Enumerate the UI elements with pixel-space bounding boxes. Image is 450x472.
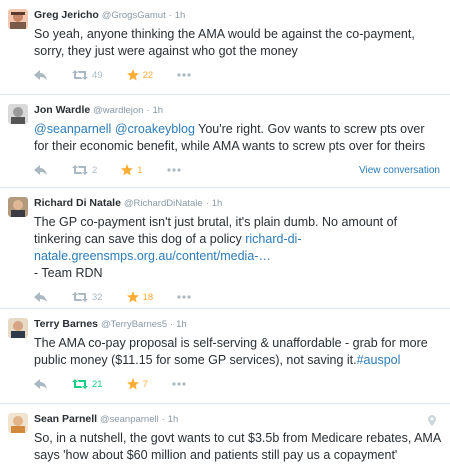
tweet-actions: 32 18 bbox=[34, 285, 442, 309]
hashtag-link[interactable]: #auspol bbox=[357, 353, 401, 367]
more-icon bbox=[172, 382, 186, 386]
avatar[interactable] bbox=[8, 104, 28, 124]
reply-icon bbox=[34, 165, 47, 175]
retweet-icon bbox=[72, 292, 88, 302]
author-name[interactable]: Jon Wardle bbox=[34, 104, 90, 116]
favorite-count: 18 bbox=[142, 291, 154, 303]
tweet-actions: 49 22 bbox=[34, 63, 442, 87]
timestamp[interactable]: 1h bbox=[152, 105, 163, 116]
author-name[interactable]: Sean Parnell bbox=[34, 413, 97, 425]
retweet-button[interactable]: 32 bbox=[72, 292, 103, 303]
retweet-button[interactable]: 2 bbox=[72, 165, 97, 176]
tweet-text-body: The GP co-payment isn't just brutal, it'… bbox=[34, 215, 398, 246]
retweet-icon bbox=[72, 165, 88, 175]
retweet-button[interactable]: 21 bbox=[72, 379, 103, 390]
retweet-icon bbox=[72, 379, 88, 389]
tweet-text: So yeah, anyone thinking the AMA would b… bbox=[34, 27, 415, 58]
reply-icon bbox=[34, 379, 47, 389]
tweet-actions: 2 1 View conversation bbox=[34, 158, 442, 182]
favorite-count: 7 bbox=[142, 378, 148, 390]
tweet-signature: - Team RDN bbox=[34, 266, 103, 280]
author-handle[interactable]: @GrogsGamut bbox=[102, 10, 166, 21]
favorite-icon bbox=[126, 291, 139, 303]
mention-link[interactable]: @seanparnell bbox=[34, 122, 111, 136]
favorite-button[interactable]: 7 bbox=[126, 378, 148, 390]
tweet-text: The GP co-payment isn't just brutal, it'… bbox=[34, 214, 442, 282]
favorite-button[interactable]: 1 bbox=[121, 164, 143, 176]
more-icon bbox=[177, 295, 191, 299]
reply-button[interactable] bbox=[34, 379, 48, 389]
tweet-text: So, in a nutshell, the govt wants to cut… bbox=[34, 431, 441, 462]
timestamp[interactable]: 1h bbox=[212, 198, 223, 209]
reply-button[interactable] bbox=[34, 292, 48, 302]
favorite-icon bbox=[121, 164, 134, 176]
timestamp[interactable]: 1h bbox=[175, 10, 186, 21]
favorite-button[interactable]: 22 bbox=[126, 69, 154, 81]
avatar[interactable] bbox=[8, 9, 28, 29]
tweet[interactable]: Jon Wardle @wardlejon · 1h @seanparnell … bbox=[0, 95, 450, 188]
avatar[interactable] bbox=[8, 413, 28, 433]
more-button[interactable] bbox=[177, 73, 191, 77]
reply-icon bbox=[34, 70, 47, 80]
tweet[interactable]: Sean Parnell @seanparnell · 1h So, in a … bbox=[0, 404, 450, 472]
favorite-icon bbox=[126, 378, 139, 390]
tweet-text: The AMA co-pay proposal is self-serving … bbox=[34, 335, 442, 369]
tweet-text: @seanparnell @croakeyblog You're right. … bbox=[34, 121, 442, 155]
view-conversation-link[interactable]: View conversation bbox=[359, 165, 440, 176]
location-icon bbox=[428, 413, 436, 431]
favorite-count: 22 bbox=[142, 69, 154, 81]
favorite-count: 1 bbox=[137, 164, 143, 176]
reply-icon bbox=[34, 292, 47, 302]
mention-link[interactable]: @croakeyblog bbox=[115, 122, 195, 136]
avatar[interactable] bbox=[8, 318, 28, 338]
author-handle[interactable]: @wardlejon bbox=[93, 105, 143, 116]
reply-button[interactable] bbox=[34, 165, 48, 175]
more-button[interactable] bbox=[172, 382, 186, 386]
author-handle[interactable]: @seanparnell bbox=[100, 414, 159, 425]
more-icon bbox=[166, 168, 181, 172]
timestamp[interactable]: 1h bbox=[176, 319, 187, 330]
more-button[interactable] bbox=[166, 168, 181, 172]
more-icon bbox=[177, 73, 191, 77]
retweet-count: 32 bbox=[92, 291, 103, 303]
favorite-icon bbox=[126, 69, 139, 81]
reply-button[interactable] bbox=[34, 70, 48, 80]
author-handle[interactable]: @TerryBarnes5 bbox=[101, 319, 167, 330]
favorite-button[interactable]: 18 bbox=[126, 291, 154, 303]
retweet-button[interactable]: 49 bbox=[72, 70, 103, 81]
author-name[interactable]: Terry Barnes bbox=[34, 318, 98, 330]
tweet[interactable]: Richard Di Natale @RichardDiNatale · 1h … bbox=[0, 188, 450, 309]
tweet[interactable]: Terry Barnes @TerryBarnes5 · 1h The AMA … bbox=[0, 309, 450, 404]
avatar[interactable] bbox=[8, 197, 28, 217]
retweet-count: 21 bbox=[92, 378, 103, 390]
more-button[interactable] bbox=[177, 295, 191, 299]
timestamp[interactable]: 1h bbox=[168, 414, 179, 425]
tweet-actions: 21 7 bbox=[34, 372, 442, 396]
author-name[interactable]: Greg Jericho bbox=[34, 9, 99, 21]
author-name[interactable]: Richard Di Natale bbox=[34, 197, 121, 209]
retweet-count: 2 bbox=[92, 164, 98, 176]
tweet[interactable]: Greg Jericho @GrogsGamut · 1h So yeah, a… bbox=[0, 0, 450, 95]
retweet-count: 49 bbox=[92, 69, 103, 81]
retweet-icon bbox=[72, 70, 88, 80]
author-handle[interactable]: @RichardDiNatale bbox=[124, 198, 203, 209]
